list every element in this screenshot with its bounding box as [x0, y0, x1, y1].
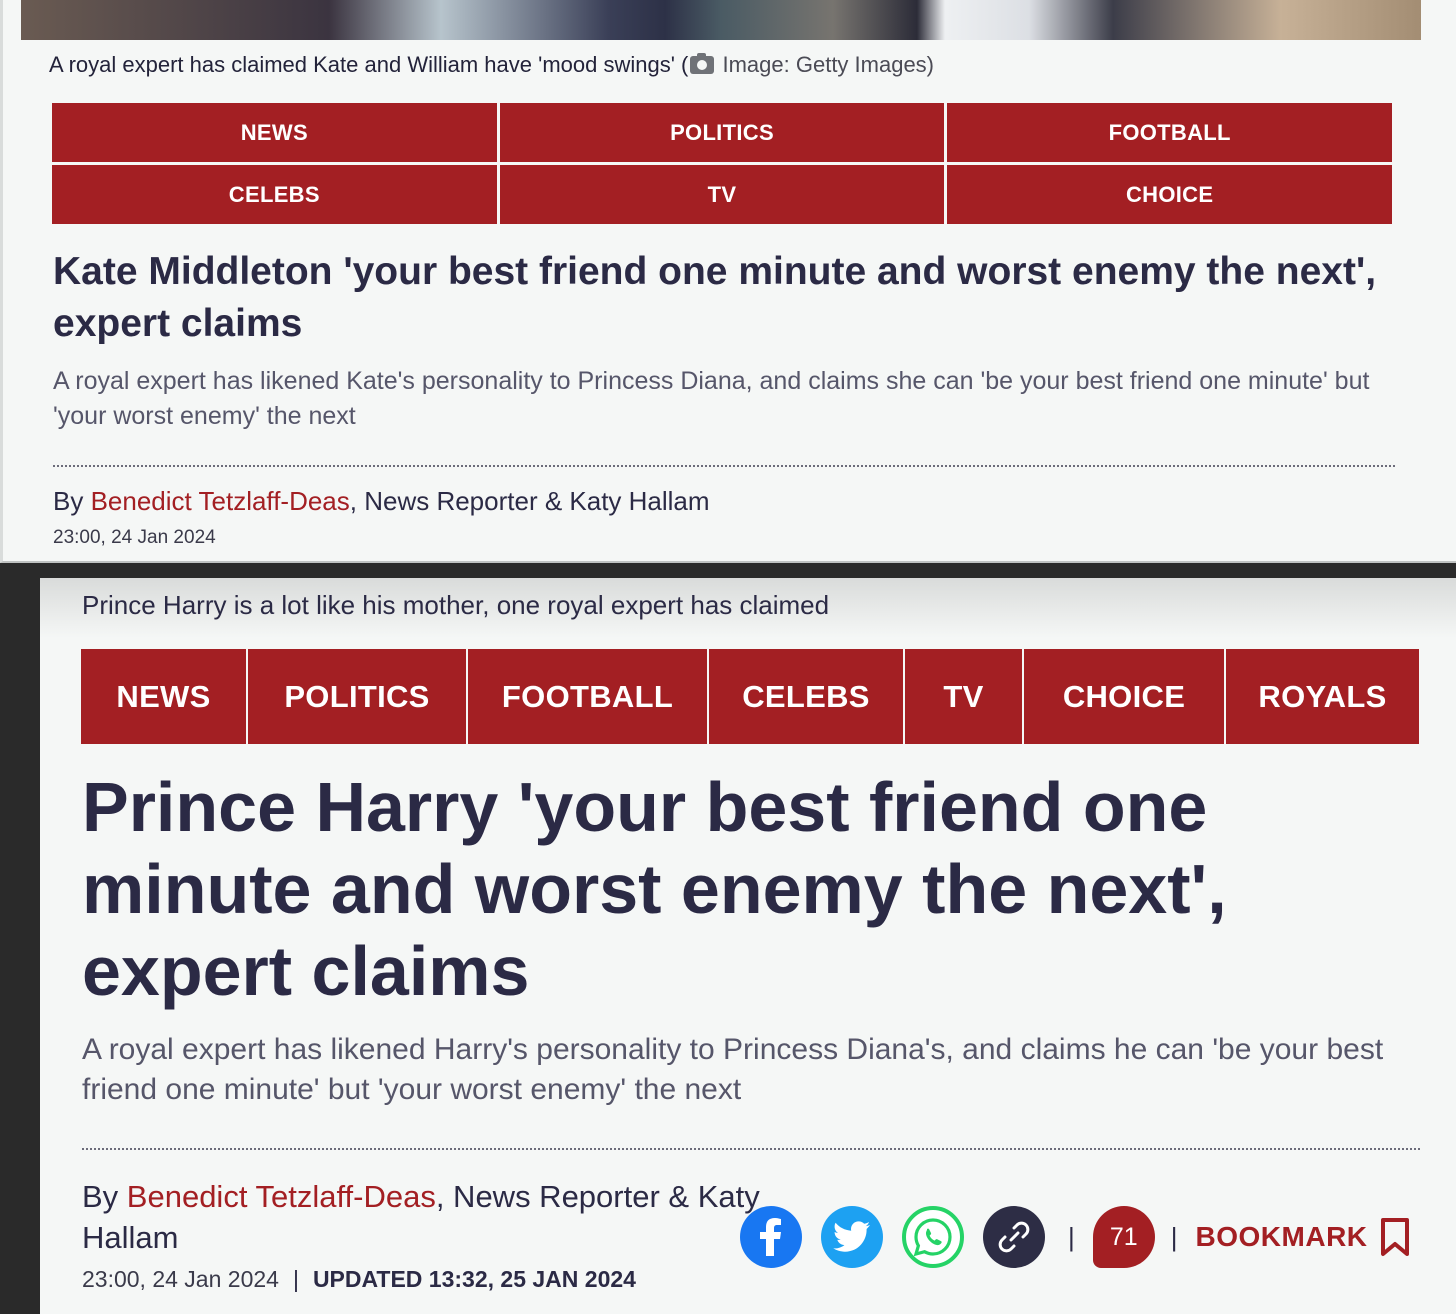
- nav-choice[interactable]: CHOICE: [1024, 649, 1224, 744]
- byline: By Benedict Tetzlaff-Deas, News Reporter…: [82, 1179, 760, 1255]
- photo-caption: Prince Harry is a lot like his mother, o…: [82, 590, 830, 620]
- dotted-divider: [82, 1148, 1420, 1150]
- nav-choice[interactable]: CHOICE: [947, 165, 1392, 224]
- twitter-icon[interactable]: [821, 1206, 883, 1268]
- author-link[interactable]: Benedict Tetzlaff-Deas: [91, 486, 350, 516]
- date-separator: |: [292, 1266, 299, 1292]
- comment-count-button[interactable]: 71: [1092, 1206, 1155, 1268]
- author-link[interactable]: Benedict Tetzlaff-Deas: [127, 1179, 436, 1214]
- nav-tv[interactable]: TV: [905, 649, 1022, 744]
- byline: By Benedict Tetzlaff-Deas, News Reporter…: [53, 486, 710, 516]
- bookmark-label: BOOKMARK: [1195, 1221, 1368, 1252]
- bookmark-button[interactable]: BOOKMARK: [1196, 1217, 1410, 1257]
- link-icon[interactable]: [983, 1206, 1045, 1268]
- article-standfirst: A royal expert has likened Harry's perso…: [82, 1033, 1384, 1106]
- section-nav: NEWS POLITICS FOOTBALL CELEBS TV CHOICE …: [81, 649, 1419, 744]
- article-headline: Prince Harry 'your best friend one minut…: [82, 768, 1227, 1010]
- top-screenshot: A royal expert has claimed Kate and Will…: [0, 0, 1456, 563]
- article-photo: [21, 0, 1421, 40]
- article-headline: Kate Middleton 'your best friend one min…: [53, 250, 1377, 345]
- nav-royals[interactable]: ROYALS: [1226, 649, 1419, 744]
- article-standfirst: A royal expert has likened Kate's person…: [53, 367, 1370, 430]
- nav-celebs[interactable]: CELEBS: [52, 165, 497, 224]
- nav-news[interactable]: NEWS: [52, 103, 497, 162]
- nav-news[interactable]: NEWS: [81, 649, 246, 744]
- nav-tv[interactable]: TV: [499, 165, 945, 224]
- publish-date-row: 23:00, 24 Jan 2024 | UPDATED 13:32, 25 JAN…: [82, 1266, 636, 1293]
- nav-politics[interactable]: POLITICS: [248, 649, 466, 744]
- publish-date: 23:00, 24 Jan 2024: [82, 1266, 279, 1292]
- bottom-screenshot: Prince Harry is a lot like his mother, o…: [40, 578, 1456, 1314]
- whatsapp-icon[interactable]: [902, 1206, 964, 1268]
- nav-politics[interactable]: POLITICS: [499, 103, 945, 162]
- camera-icon: [690, 53, 715, 74]
- section-nav: NEWS POLITICS FOOTBALL CELEBS TV CHOICE: [52, 103, 1392, 224]
- nav-football[interactable]: FOOTBALL: [468, 649, 707, 744]
- nav-celebs[interactable]: CELEBS: [709, 649, 903, 744]
- publish-date: 23:00, 24 Jan 2024: [53, 527, 216, 548]
- share-separator-2: |: [1170, 1221, 1178, 1252]
- updated-date: UPDATED 13:32, 25 JAN 2024: [312, 1266, 636, 1292]
- share-bar: | 71 | BOOKMARK: [740, 1206, 1410, 1268]
- photo-caption: A royal expert has claimed Kate and Will…: [49, 52, 935, 77]
- dotted-divider: [53, 465, 1395, 467]
- nav-football[interactable]: FOOTBALL: [947, 103, 1392, 162]
- bookmark-icon: [1380, 1218, 1409, 1256]
- facebook-icon[interactable]: [740, 1206, 802, 1268]
- photo-credit: Image: Getty Images): [722, 52, 935, 77]
- share-separator: |: [1068, 1221, 1075, 1252]
